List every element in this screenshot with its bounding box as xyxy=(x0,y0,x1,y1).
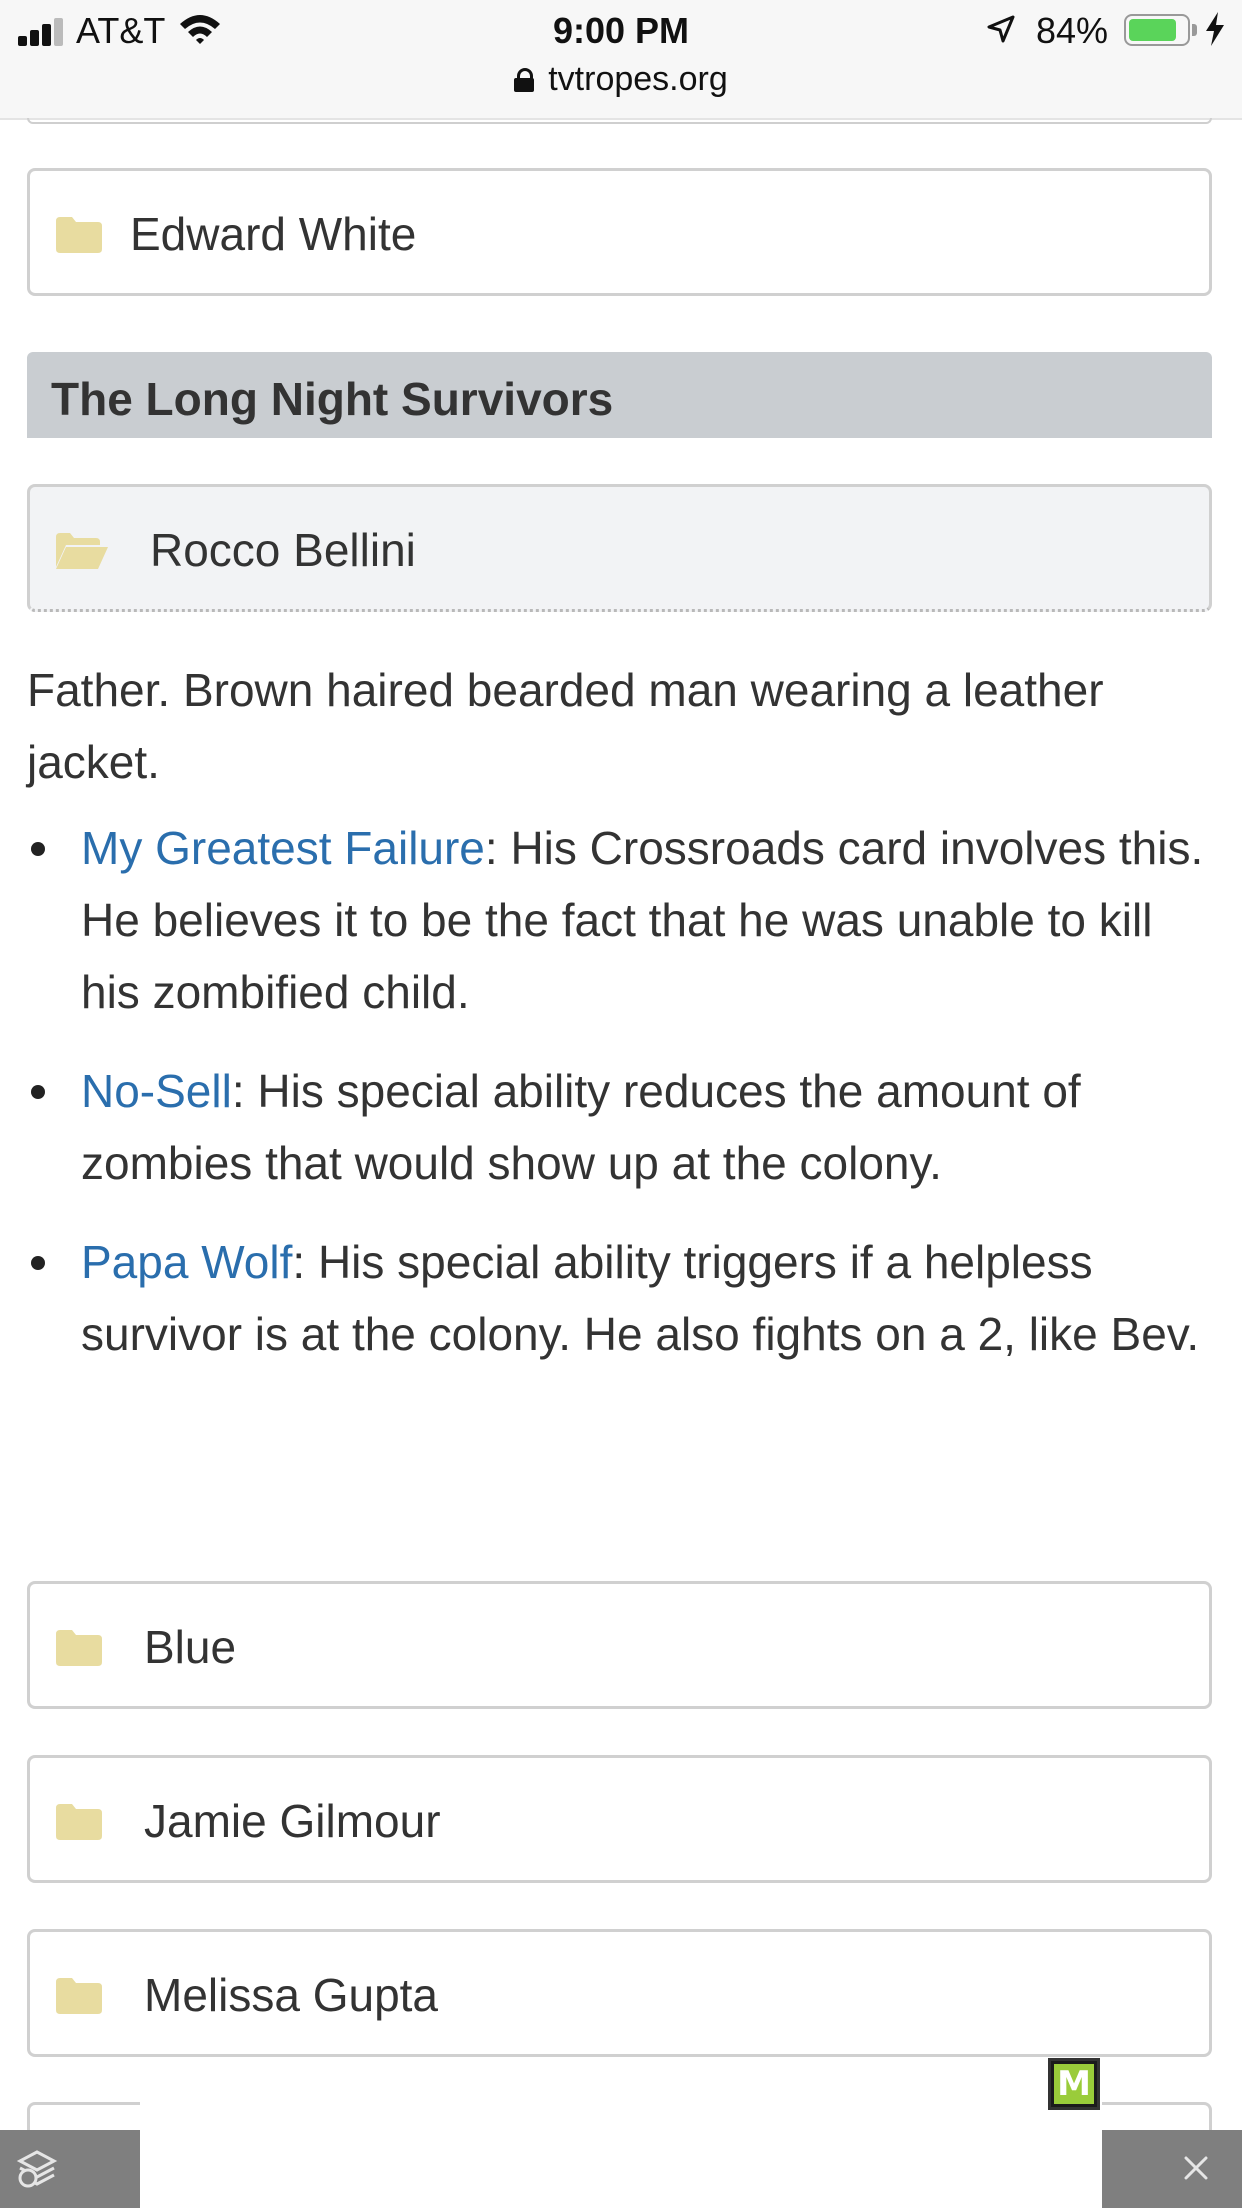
list-item: Papa Wolf: His special ability triggers … xyxy=(27,1226,1212,1370)
previous-folder-edge xyxy=(27,118,1212,124)
status-bar: AT&T 9:00 PM 84% tvtropes.org xyxy=(0,0,1242,120)
list-item: My Greatest Failure: His Crossroads card… xyxy=(27,812,1212,1028)
charging-bolt-icon xyxy=(1206,12,1224,46)
folder-label: Edward White xyxy=(130,208,417,260)
battery-percent: 84% xyxy=(1036,10,1109,51)
trope-link-my-greatest-failure[interactable]: My Greatest Failure xyxy=(81,822,485,874)
trope-list: My Greatest Failure: His Crossroads card… xyxy=(27,812,1212,1397)
ad-badge[interactable]: M xyxy=(1048,2058,1100,2110)
folder-jamie-gilmour[interactable]: Jamie Gilmour xyxy=(27,1755,1212,1883)
folder-icon xyxy=(56,1630,102,1666)
folder-label: Blue xyxy=(144,1621,237,1673)
battery-nub xyxy=(1192,24,1197,36)
folder-open-icon xyxy=(56,533,108,569)
ad-badge-letter: M xyxy=(1054,2064,1094,2104)
trope-text: : His special ability reduces the amount… xyxy=(81,1065,1081,1189)
folder-icon xyxy=(56,1804,102,1840)
lock-icon xyxy=(514,68,535,92)
ad-banner[interactable] xyxy=(140,2100,1102,2208)
folder-blue[interactable]: Blue xyxy=(27,1581,1212,1709)
character-description: Father. Brown haired bearded man wearing… xyxy=(27,664,1104,788)
folder-edward-white[interactable]: Edward White xyxy=(27,168,1212,296)
list-item: No-Sell: His special ability reduces the… xyxy=(27,1055,1212,1199)
folder-label: Rocco Bellini xyxy=(150,524,416,576)
folder-rocco-bellini[interactable]: Rocco Bellini xyxy=(27,484,1212,612)
trope-link-papa-wolf[interactable]: Papa Wolf xyxy=(81,1236,292,1288)
close-icon[interactable] xyxy=(1180,2152,1212,2184)
folder-icon xyxy=(56,1978,102,2014)
folder-melissa-gupta[interactable]: Melissa Gupta xyxy=(27,1929,1212,2057)
section-title: The Long Night Survivors xyxy=(51,373,614,425)
location-arrow-icon xyxy=(987,15,1015,43)
ad-choices-icon[interactable] xyxy=(14,2146,60,2192)
address-bar[interactable]: tvtropes.org xyxy=(0,60,1242,99)
url-text: tvtropes.org xyxy=(548,60,728,98)
folder-icon xyxy=(56,217,102,253)
folder-label: Melissa Gupta xyxy=(144,1969,439,2021)
folder-label: Jamie Gilmour xyxy=(144,1795,441,1847)
battery-icon xyxy=(1124,14,1190,46)
ad-right-panel xyxy=(1102,2130,1242,2208)
trope-link-no-sell[interactable]: No-Sell xyxy=(81,1065,232,1117)
section-header: The Long Night Survivors xyxy=(27,352,1212,438)
